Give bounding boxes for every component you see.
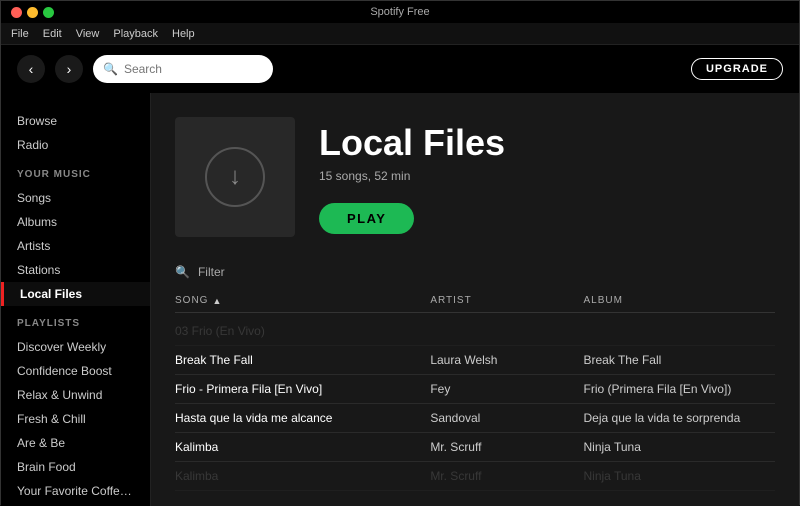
title-bar: Spotify Free — [1, 1, 799, 23]
col-artist[interactable]: ARTIST — [430, 295, 583, 306]
track-album: Break The Fall — [584, 353, 776, 367]
your-music-label: YOUR MUSIC — [1, 157, 150, 186]
menu-playback[interactable]: Playback — [113, 28, 158, 40]
track-song: Kalimba — [175, 469, 430, 483]
col-album[interactable]: ALBUM — [584, 295, 776, 306]
sort-arrow-icon: ▲ — [212, 296, 222, 306]
upgrade-button[interactable]: UPGRADE — [691, 58, 783, 80]
track-artist: Mr. Scruff — [430, 469, 583, 483]
content-area: ↓ Local Files 15 songs, 52 min PLAY 🔍 Fi… — [151, 93, 799, 506]
sidebar-item-discover-weekly[interactable]: Discover Weekly — [1, 335, 150, 359]
window-controls[interactable] — [11, 7, 54, 18]
back-button[interactable]: ‹ — [17, 55, 45, 83]
track-list: 🔍 Filter SONG ▲ ARTIST ALBUM 03 Frio (En… — [151, 257, 799, 491]
album-art: ↓ — [175, 117, 295, 237]
sidebar-item-confidence-boost[interactable]: Confidence Boost — [1, 359, 150, 383]
sidebar-item-local-files[interactable]: Local Files — [1, 282, 150, 306]
track-artist: Mr. Scruff — [430, 440, 583, 454]
download-icon: ↓ — [205, 147, 265, 207]
track-song: 03 Frio (En Vivo) — [175, 324, 430, 338]
window-title: Spotify Free — [370, 6, 429, 18]
playlist-title: Local Files — [319, 125, 775, 161]
menu-bar: File Edit View Playback Help — [1, 23, 799, 45]
menu-help[interactable]: Help — [172, 28, 195, 40]
minimize-button[interactable] — [27, 7, 38, 18]
sidebar-item-artists[interactable]: Artists — [1, 234, 150, 258]
forward-button[interactable]: › — [55, 55, 83, 83]
menu-file[interactable]: File — [11, 28, 29, 40]
track-album: Ninja Tuna — [584, 469, 776, 483]
nav-bar: ‹ › 🔍 UPGRADE — [1, 45, 799, 93]
sidebar-item-albums[interactable]: Albums — [1, 210, 150, 234]
sidebar-item-brain-food[interactable]: Brain Food — [1, 455, 150, 479]
filter-label[interactable]: Filter — [198, 265, 225, 279]
sidebar-item-radio[interactable]: Radio — [1, 133, 150, 157]
close-button[interactable] — [11, 7, 22, 18]
sidebar-item-browse[interactable]: Browse — [1, 109, 150, 133]
filter-icon: 🔍 — [175, 265, 190, 279]
playlist-meta: 15 songs, 52 min — [319, 169, 775, 183]
track-artist: Sandoval — [430, 411, 583, 425]
menu-edit[interactable]: Edit — [43, 28, 62, 40]
search-box[interactable]: 🔍 — [93, 55, 273, 83]
track-song: Frio - Primera Fila [En Vivo] — [175, 382, 430, 396]
track-album: Ninja Tuna — [584, 440, 776, 454]
maximize-button[interactable] — [43, 7, 54, 18]
track-album: Deja que la vida te sorprenda — [584, 411, 776, 425]
track-row[interactable]: Frio - Primera Fila [En Vivo] Fey Frio (… — [175, 375, 775, 404]
content-header: ↓ Local Files 15 songs, 52 min PLAY — [151, 93, 799, 257]
track-song: Kalimba — [175, 440, 430, 454]
track-row[interactable]: 03 Frio (En Vivo) — [175, 317, 775, 346]
track-song: Hasta que la vida me alcance — [175, 411, 430, 425]
col-song[interactable]: SONG ▲ — [175, 295, 430, 306]
sidebar-item-are-be[interactable]: Are & Be — [1, 431, 150, 455]
sidebar: Browse Radio YOUR MUSIC Songs Albums Art… — [1, 93, 151, 506]
menu-view[interactable]: View — [76, 28, 100, 40]
sidebar-item-fresh-chill[interactable]: Fresh & Chill — [1, 407, 150, 431]
track-row[interactable]: Kalimba Mr. Scruff Ninja Tuna — [175, 462, 775, 491]
main-layout: Browse Radio YOUR MUSIC Songs Albums Art… — [1, 93, 799, 506]
header-info: Local Files 15 songs, 52 min PLAY — [319, 117, 775, 234]
track-song: Break The Fall — [175, 353, 430, 367]
sidebar-item-relax-unwind[interactable]: Relax & Unwind — [1, 383, 150, 407]
track-row[interactable]: Kalimba Mr. Scruff Ninja Tuna — [175, 433, 775, 462]
sidebar-item-songs[interactable]: Songs — [1, 186, 150, 210]
track-artist: Fey — [430, 382, 583, 396]
playlists-label: PLAYLISTS — [1, 306, 150, 335]
track-album: Frio (Primera Fila [En Vivo]) — [584, 382, 776, 396]
filter-row: 🔍 Filter — [175, 257, 775, 291]
table-header: SONG ▲ ARTIST ALBUM — [175, 291, 775, 313]
track-artist: Laura Welsh — [430, 353, 583, 367]
sidebar-item-your-favorite-coffeeh[interactable]: Your Favorite Coffeeh... — [1, 479, 150, 503]
track-row[interactable]: Hasta que la vida me alcance Sandoval De… — [175, 404, 775, 433]
sidebar-item-stations[interactable]: Stations — [1, 258, 150, 282]
search-icon: 🔍 — [103, 62, 118, 76]
play-button[interactable]: PLAY — [319, 203, 414, 234]
track-row[interactable]: Break The Fall Laura Welsh Break The Fal… — [175, 346, 775, 375]
search-input[interactable] — [124, 62, 263, 76]
